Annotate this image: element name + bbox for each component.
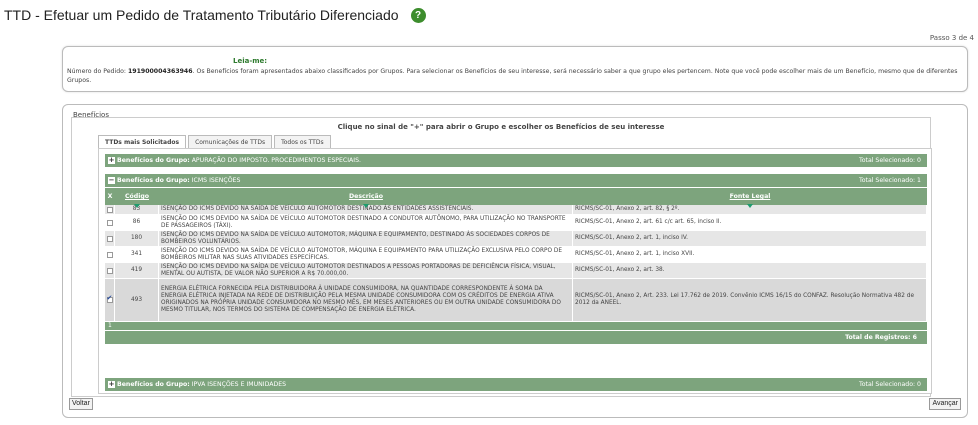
row-check-cell (105, 215, 115, 230)
row-fonte: RICMS/SC-01, Anexo 2, art. 38. (573, 263, 927, 278)
step-indicator: Passo 3 de 4 (929, 34, 974, 42)
row-descricao: ENERGIA ELÉTRICA FORNECIDA PELA DISTRIBU… (159, 279, 573, 321)
tab-bar: TTDs mais Solicitados Comunicações de TT… (98, 135, 333, 148)
row-descricao: ISENÇÃO DO ICMS DEVIDO NA SAÍDA DE VEÍCU… (159, 247, 573, 262)
col-fonte[interactable]: Fonte Legal (573, 193, 927, 208)
table-row[interactable]: 341 ISENÇÃO DO ICMS DEVIDO NA SAÍDA DE V… (105, 247, 927, 263)
pager: 1 (105, 322, 927, 330)
row-checkbox[interactable] (106, 206, 113, 213)
row-codigo: 419 (115, 263, 159, 278)
tab-todos[interactable]: Todos os TTDs (274, 135, 331, 148)
sort-down-icon[interactable] (747, 204, 753, 208)
col-descricao-label: Descrição (349, 193, 383, 200)
row-fonte: RICMS/SC-01, Anexo 2, art. 1, inciso XVI… (573, 247, 927, 262)
table-row[interactable]: 180 ISENÇÃO DO ICMS DEVIDO NA SAÍDA DE V… (105, 231, 927, 247)
group-total: Total Selecionado: 1 (859, 177, 921, 184)
row-descricao: ISENÇÃO DO ICMS DEVIDO NA SAÍDA DE VEÍCU… (159, 263, 573, 278)
group-header-icms-isencoes[interactable]: − Benefícios do Grupo: ICMS ISENÇÕES Tota… (105, 174, 927, 187)
expand-icon[interactable]: + (108, 381, 115, 388)
table-row[interactable]: 86 ISENÇÃO DO ICMS DEVIDO NA SAÍDA DE VE… (105, 215, 927, 231)
col-codigo-label: Código (124, 193, 150, 200)
row-check-cell (105, 263, 115, 278)
group-total: Total Selecionado: 0 (859, 381, 921, 388)
group-prefix: Benefícios do Grupo: (117, 381, 190, 388)
order-number: 191900004363946 (127, 68, 193, 75)
row-codigo: 493 (115, 279, 159, 321)
voltar-button[interactable]: Voltar (69, 398, 93, 410)
row-fonte: RICMS/SC-01, Anexo 2, art. 1, inciso IV. (573, 231, 927, 246)
grid-header: X Código Descrição Fonte Legal (105, 188, 927, 208)
leiame-body: . Os Benefícios foram apresentados abaix… (67, 68, 958, 84)
row-descricao: ISENÇÃO DO ICMS DEVIDO NA SAÍDA DE VEÍCU… (159, 231, 573, 246)
beneficios-fieldset: Benefícios Clique no sinal de "+" para a… (62, 104, 968, 418)
table-row[interactable]: 419 ISENÇÃO DO ICMS DEVIDO NA SAÍDA DE V… (105, 263, 927, 279)
group-header-apuracao[interactable]: + Benefícios do Grupo: APURAÇÃO DO IMPOST… (105, 154, 927, 167)
leiame-text: Número do Pedido: 191900004363946. Os Be… (67, 67, 963, 85)
row-check-cell (105, 247, 115, 262)
total-registros: Total de Registros: 6 (105, 331, 927, 344)
col-descricao[interactable]: Descrição (159, 193, 573, 208)
sort-down-icon[interactable] (134, 204, 140, 208)
beneficios-grid: X Código Descrição Fonte Legal 83 ISENÇÃ… (105, 188, 927, 344)
row-codigo: 86 (115, 215, 159, 230)
leiame-panel: Leia-me: Número do Pedido: 1919000043639… (62, 46, 968, 92)
row-checkbox[interactable] (106, 219, 113, 226)
order-label: Número do Pedido: (67, 68, 126, 75)
tab-comunicacoes[interactable]: Comunicações de TTDs (188, 135, 273, 148)
row-descricao: ISENÇÃO DO ICMS DEVIDO NA SAÍDA DE VEÍCU… (159, 215, 573, 230)
group-name: ICMS ISENÇÕES (191, 177, 241, 184)
col-x: X (107, 193, 113, 200)
row-fonte: RICMS/SC-01, Anexo 2, Art. 233. Lei 17.7… (573, 279, 927, 321)
sort-down-icon[interactable] (363, 204, 369, 208)
help-icon[interactable]: ? (410, 7, 426, 23)
col-codigo[interactable]: Código (115, 193, 159, 208)
page-title: TTD - Efetuar um Pedido de Tratamento Tr… (4, 7, 399, 23)
row-checkbox-checked[interactable] (106, 295, 113, 303)
group-prefix: Benefícios do Grupo: (117, 157, 190, 164)
beneficios-inner: Clique no sinal de "+" para abrir o Grup… (71, 117, 932, 397)
row-checkbox[interactable] (106, 235, 113, 242)
group-total: Total Selecionado: 0 (859, 157, 921, 164)
page-link-1[interactable]: 1 (108, 322, 112, 329)
title-bar: TTD - Efetuar um Pedido de Tratamento Tr… (4, 4, 426, 26)
group-prefix: Benefícios do Grupo: (117, 177, 190, 184)
row-codigo: 180 (115, 231, 159, 246)
col-fonte-label: Fonte Legal (729, 193, 771, 200)
tab-mais-solicitados[interactable]: TTDs mais Solicitados (98, 135, 187, 148)
tab-panel: + Benefícios do Grupo: APURAÇÃO DO IMPOST… (98, 148, 932, 394)
row-checkbox[interactable] (106, 251, 113, 258)
collapse-icon[interactable]: − (108, 177, 115, 184)
table-row[interactable]: 83 ISENÇÃO DO ICMS DEVIDO NA SAÍDA DE VE… (105, 205, 927, 215)
row-check-cell (105, 231, 115, 246)
expand-icon[interactable]: + (108, 157, 115, 164)
row-codigo: 341 (115, 247, 159, 262)
leiame-title: Leia-me: (233, 57, 268, 65)
avancar-button[interactable]: Avançar (929, 398, 961, 410)
table-row[interactable]: 493 ENERGIA ELÉTRICA FORNECIDA PELA DIST… (105, 279, 927, 322)
group-name: APURAÇÃO DO IMPOSTO. PROCEDIMENTOS ESPEC… (191, 157, 361, 164)
group-name: IPVA ISENÇÕES E IMUNIDADES (191, 381, 287, 388)
instruction-text: Clique no sinal de "+" para abrir o Grup… (337, 123, 665, 131)
row-check-cell (105, 279, 115, 321)
row-fonte: RICMS/SC-01, Anexo 2, art. 61 c/c art. 6… (573, 215, 927, 230)
group-header-ipva[interactable]: + Benefícios do Grupo: IPVA ISENÇÕES E IM… (105, 378, 927, 391)
row-checkbox[interactable] (106, 267, 113, 274)
row-check-cell (105, 205, 115, 214)
